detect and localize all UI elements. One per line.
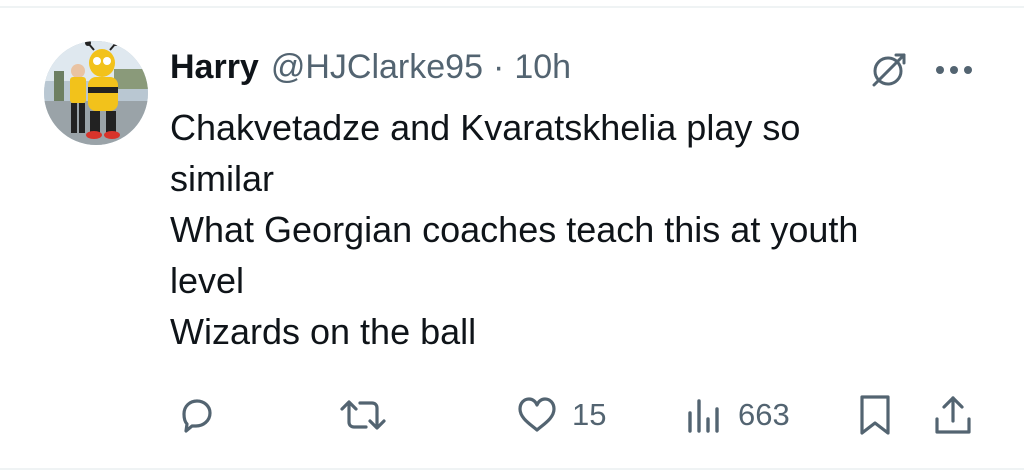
retweet-icon xyxy=(340,400,386,430)
bookmark-icon xyxy=(860,395,890,435)
share-button[interactable] xyxy=(932,390,974,440)
bookmark-button[interactable] xyxy=(856,390,894,440)
views-count: 663 xyxy=(738,397,790,432)
like-button[interactable]: 15 xyxy=(516,390,606,440)
author-handle[interactable]: @HJClarke95 xyxy=(271,44,483,90)
avatar[interactable] xyxy=(44,41,148,145)
more-options-button[interactable] xyxy=(928,44,980,96)
share-icon xyxy=(935,396,971,434)
views-icon xyxy=(688,399,719,433)
tweet-text-line: Chakvetadze and Kvaratskhelia play so xyxy=(170,107,801,148)
tweet-text-line: What Georgian coaches teach this at yout… xyxy=(170,209,859,250)
tweet-text-line: similar xyxy=(170,158,274,199)
tweet-header: Harry @HJClarke95 · 10h xyxy=(170,44,571,90)
timestamp[interactable]: 10h xyxy=(514,44,571,90)
reply-button[interactable] xyxy=(176,390,216,440)
tweet-text-line: Wizards on the ball xyxy=(170,311,477,352)
views-button[interactable]: 663 xyxy=(684,390,790,440)
tweet-text: Chakvetadze and Kvaratskhelia play so si… xyxy=(170,102,970,357)
reply-icon xyxy=(182,399,212,433)
tweet-actions: 15 663 xyxy=(0,390,1024,440)
grok-icon xyxy=(872,53,906,87)
heart-icon xyxy=(518,397,556,432)
retweet-button[interactable] xyxy=(338,390,388,440)
more-icon xyxy=(936,66,972,74)
separator-dot: · xyxy=(492,48,505,86)
author-name[interactable]: Harry xyxy=(170,44,259,90)
grok-button[interactable] xyxy=(862,44,914,96)
avatar-photo xyxy=(44,41,148,145)
like-count: 15 xyxy=(572,397,607,432)
top-divider xyxy=(0,6,1024,8)
tweet-text-line: level xyxy=(170,260,245,301)
bottom-divider xyxy=(0,468,1024,470)
